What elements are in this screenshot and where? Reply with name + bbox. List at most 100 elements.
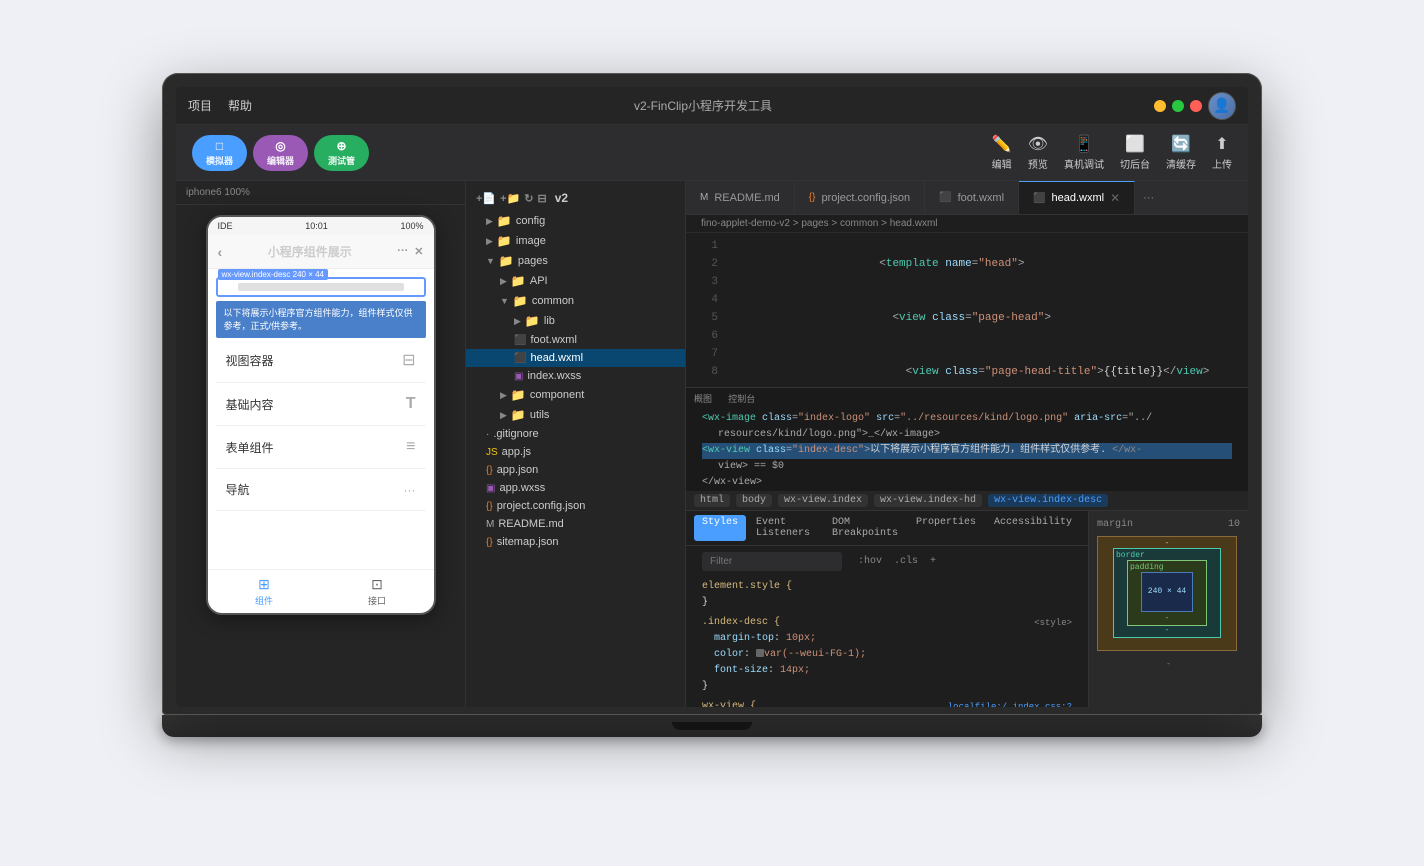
tree-image[interactable]: ▶ 📁 image — [466, 231, 685, 251]
back-icon[interactable]: ‹ — [218, 244, 223, 260]
inspector-hint: 概图 控制台 — [694, 392, 1240, 405]
simulator-btn[interactable]: □ 模拟器 — [192, 135, 247, 171]
edit-icon: ✏️ — [992, 134, 1012, 154]
test-label: 测试管 — [328, 154, 355, 167]
html-line-3: <wx-view class="index-desc">以下将展示小程序官方组件… — [702, 443, 1232, 459]
highlight-box: wx-view.index-desc 240 × 44 — [216, 277, 426, 297]
tree-common[interactable]: ▼ 📁 common — [466, 291, 685, 311]
nav-interface[interactable]: ⊡ 接口 — [321, 576, 434, 607]
menu-item-content-icon: T — [406, 395, 416, 413]
more-tabs-btn[interactable]: ··· — [1135, 192, 1162, 204]
test-icon: ⊕ — [337, 139, 347, 153]
tree-index-wxss[interactable]: ▣ index.wxss — [466, 367, 685, 385]
elem-html[interactable]: html — [694, 494, 730, 507]
tab-event-listeners[interactable]: Event Listeners — [748, 515, 822, 541]
pseudo-filter[interactable]: :hov .cls + — [858, 556, 936, 567]
action-preview[interactable]: 👁 预览 — [1028, 134, 1048, 171]
tab-readme-label: README.md — [714, 192, 779, 204]
elem-wx-view-index[interactable]: wx-view.index — [778, 494, 868, 507]
tree-projectjson[interactable]: {} project.config.json — [466, 497, 685, 515]
rule-close-1: } — [702, 597, 708, 608]
editor-btn[interactable]: ◎ 编辑器 — [253, 135, 308, 171]
elem-body[interactable]: body — [736, 494, 772, 507]
test-btn[interactable]: ⊕ 测试管 — [314, 135, 369, 171]
code-line-3: <view class="page-head-title">{{title}}<… — [726, 345, 1248, 387]
filter-row: :hov .cls + — [686, 546, 1088, 577]
tree-readme[interactable]: M README.md — [466, 515, 685, 533]
toolbar: □ 模拟器 ◎ 编辑器 ⊕ 测试管 — [176, 125, 1248, 181]
elem-wx-view-hd[interactable]: wx-view.index-hd — [874, 494, 982, 507]
tree-appwxss[interactable]: ▣ app.wxss — [466, 479, 685, 497]
tab-head-close[interactable]: ✕ — [1110, 191, 1120, 205]
file-head-label: head.wxml — [530, 352, 583, 364]
tree-config[interactable]: ▶ 📁 config — [466, 211, 685, 231]
val-color: var(--weui-FG-1); — [764, 649, 866, 660]
tree-gitignore[interactable]: · .gitignore — [466, 425, 685, 443]
new-file-icon[interactable]: +📄 — [476, 192, 496, 205]
refresh-icon[interactable]: ↻ — [524, 192, 533, 205]
tree-lib[interactable]: ▶ 📁 lib — [466, 311, 685, 331]
interface-icon: ⊡ — [367, 576, 387, 592]
tab-styles[interactable]: Styles — [694, 515, 746, 541]
style-filter-input[interactable] — [702, 552, 842, 571]
tab-properties[interactable]: Properties — [908, 515, 984, 541]
tree-sitemapjson[interactable]: {} sitemap.json — [466, 533, 685, 551]
file-appjson-label: app.json — [497, 464, 539, 476]
tree-head-wxml[interactable]: ⬛ head.wxml — [466, 349, 685, 367]
action-device-debug[interactable]: 📱 真机调试 — [1064, 134, 1104, 171]
box-model-bottom: - — [1097, 660, 1240, 669]
menu-help[interactable]: 帮助 — [228, 97, 252, 114]
tab-readme[interactable]: M README.md — [686, 181, 795, 214]
tree-pages[interactable]: ▼ 📁 pages — [466, 251, 685, 271]
close-btn[interactable] — [1190, 100, 1202, 112]
element-breadcrumb: html body wx-view.index wx-view.index-hd… — [686, 491, 1248, 511]
tab-head-icon: ⬛ — [1033, 193, 1045, 204]
tree-appjson[interactable]: {} app.json — [466, 461, 685, 479]
action-upload[interactable]: ⬆ 上传 — [1212, 134, 1232, 171]
elem-wx-view-desc[interactable]: wx-view.index-desc — [988, 494, 1108, 507]
menu-project[interactable]: 项目 — [188, 97, 212, 114]
tab-readme-icon: M — [700, 192, 708, 203]
menu-item-nav[interactable]: 导航 ··· — [216, 469, 426, 511]
nav-component[interactable]: ⊞ 组件 — [208, 576, 321, 607]
ellipsis-icon[interactable]: ··· — [397, 245, 408, 258]
menu-bar: 项目 帮助 — [188, 97, 252, 114]
user-avatar[interactable]: 👤 — [1208, 92, 1236, 120]
html-line-1: <wx-image — [702, 413, 756, 424]
phone-status-bar: IDE 10:01 100% — [208, 217, 434, 235]
collapse-icon[interactable]: ⊟ — [537, 192, 546, 205]
file-readme-label: README.md — [498, 518, 563, 530]
source-localfile[interactable]: localfile:/.index.css:2 — [948, 699, 1072, 707]
action-clear-cache[interactable]: 🔄 清缓存 — [1166, 134, 1196, 171]
window-controls: 👤 — [1154, 92, 1236, 120]
tab-head[interactable]: ⬛ head.wxml ✕ — [1019, 181, 1135, 214]
arrow-pages: ▼ — [486, 256, 495, 266]
action-edit[interactable]: ✏️ 编辑 — [992, 134, 1012, 171]
new-folder-icon[interactable]: +📁 — [500, 192, 520, 205]
tree-component[interactable]: ▶ 📁 component — [466, 385, 685, 405]
menu-item-form[interactable]: 表单组件 ≡ — [216, 426, 426, 469]
menu-item-view[interactable]: 视图容器 ⊟ — [216, 338, 426, 383]
tree-utils[interactable]: ▶ 📁 utils — [466, 405, 685, 425]
tab-dom-breakpoints[interactable]: DOM Breakpoints — [824, 515, 906, 541]
signal-status: IDE — [218, 221, 233, 231]
app-title: v2-FinClip小程序开发工具 — [252, 97, 1154, 114]
html-line-2: resources/kind/logo.png">_</wx-image> — [702, 429, 940, 440]
tree-api[interactable]: ▶ 📁 API — [466, 271, 685, 291]
close-phone-icon[interactable]: ✕ — [414, 245, 423, 258]
file-gitignore-icon: · — [486, 429, 489, 440]
action-background[interactable]: ⬜ 切后台 — [1120, 134, 1150, 171]
file-tree: +📄 +📁 ↻ ⊟ v2 ▶ 📁 config — [466, 181, 686, 707]
tree-appjs[interactable]: JS app.js — [466, 443, 685, 461]
maximize-btn[interactable] — [1172, 100, 1184, 112]
tab-foot[interactable]: ⬛ foot.wxml — [925, 181, 1019, 214]
menu-item-content[interactable]: 基础内容 T — [216, 383, 426, 426]
minimize-btn[interactable] — [1154, 100, 1166, 112]
code-editor[interactable]: 1 2 3 4 5 6 7 8 — [686, 233, 1248, 707]
code-line-2: <view class="page-head"> — [726, 291, 1248, 345]
laptop-screen-outer: 项目 帮助 v2-FinClip小程序开发工具 👤 — [162, 73, 1262, 715]
tab-foot-icon: ⬛ — [939, 192, 951, 203]
tab-projectconfig[interactable]: {} project.config.json — [795, 181, 925, 214]
tree-foot-wxml[interactable]: ⬛ foot.wxml — [466, 331, 685, 349]
tab-accessibility[interactable]: Accessibility — [986, 515, 1080, 541]
